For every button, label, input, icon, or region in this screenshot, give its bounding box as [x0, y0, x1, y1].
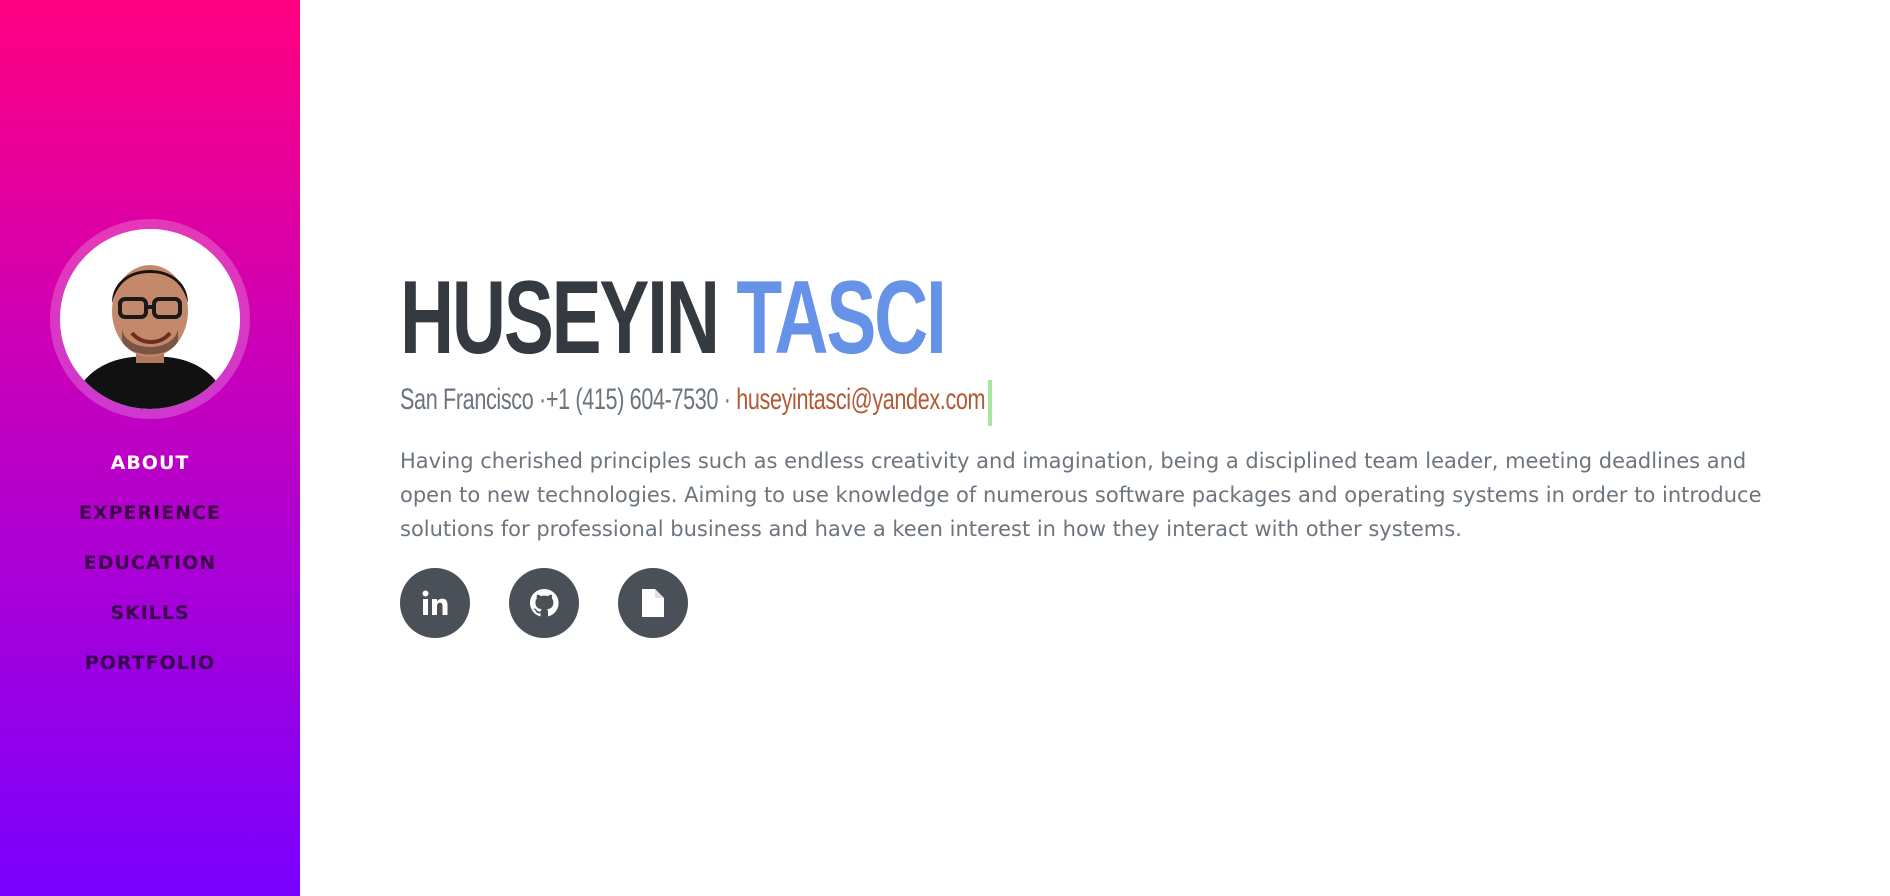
github-button[interactable] [509, 568, 580, 638]
avatar-ring [50, 219, 250, 419]
text-cursor-bar [988, 380, 992, 426]
nav-item-portfolio[interactable]: PORTFOLIO [0, 648, 300, 698]
contact-phone: +1 (415) 604-7530 [545, 383, 719, 416]
linkedin-button[interactable] [400, 568, 470, 638]
last-name: TASCI [736, 260, 946, 376]
avatar-portrait [60, 229, 240, 409]
about-paragraph: Having cherished principles such as endl… [400, 449, 1762, 541]
first-name: HUSEYIN [400, 260, 720, 376]
page-title: HUSEYIN TASCI [400, 260, 1408, 376]
about-section: HUSEYIN TASCI San Francisco ·+1 (415) 60… [400, 260, 1800, 640]
nav-item-about[interactable]: ABOUT [0, 448, 300, 498]
contact-separator: · [533, 383, 546, 416]
contact-separator: · [718, 383, 737, 416]
resume-button[interactable] [618, 568, 689, 638]
contact-city: San Francisco [400, 383, 534, 416]
github-icon [530, 589, 559, 617]
nav-item-experience[interactable]: EXPERIENCE [0, 498, 300, 548]
sidebar: ABOUT EXPERIENCE EDUCATION SKILLS PORTFO… [0, 0, 300, 896]
sidebar-nav: ABOUT EXPERIENCE EDUCATION SKILLS PORTFO… [0, 448, 300, 698]
contact-text: San Francisco ·+1 (415) 604-7530 · husey… [400, 378, 986, 422]
contact-line: San Francisco ·+1 (415) 604-7530 · husey… [400, 378, 1800, 430]
linkedin-icon [422, 590, 448, 615]
avatar[interactable] [60, 229, 240, 409]
nav-item-skills[interactable]: SKILLS [0, 598, 300, 648]
social-icons [400, 568, 1800, 640]
file-icon [642, 589, 665, 617]
contact-email-link[interactable]: huseyintasci@yandex.com [736, 383, 985, 416]
nav-item-education[interactable]: EDUCATION [0, 548, 300, 598]
